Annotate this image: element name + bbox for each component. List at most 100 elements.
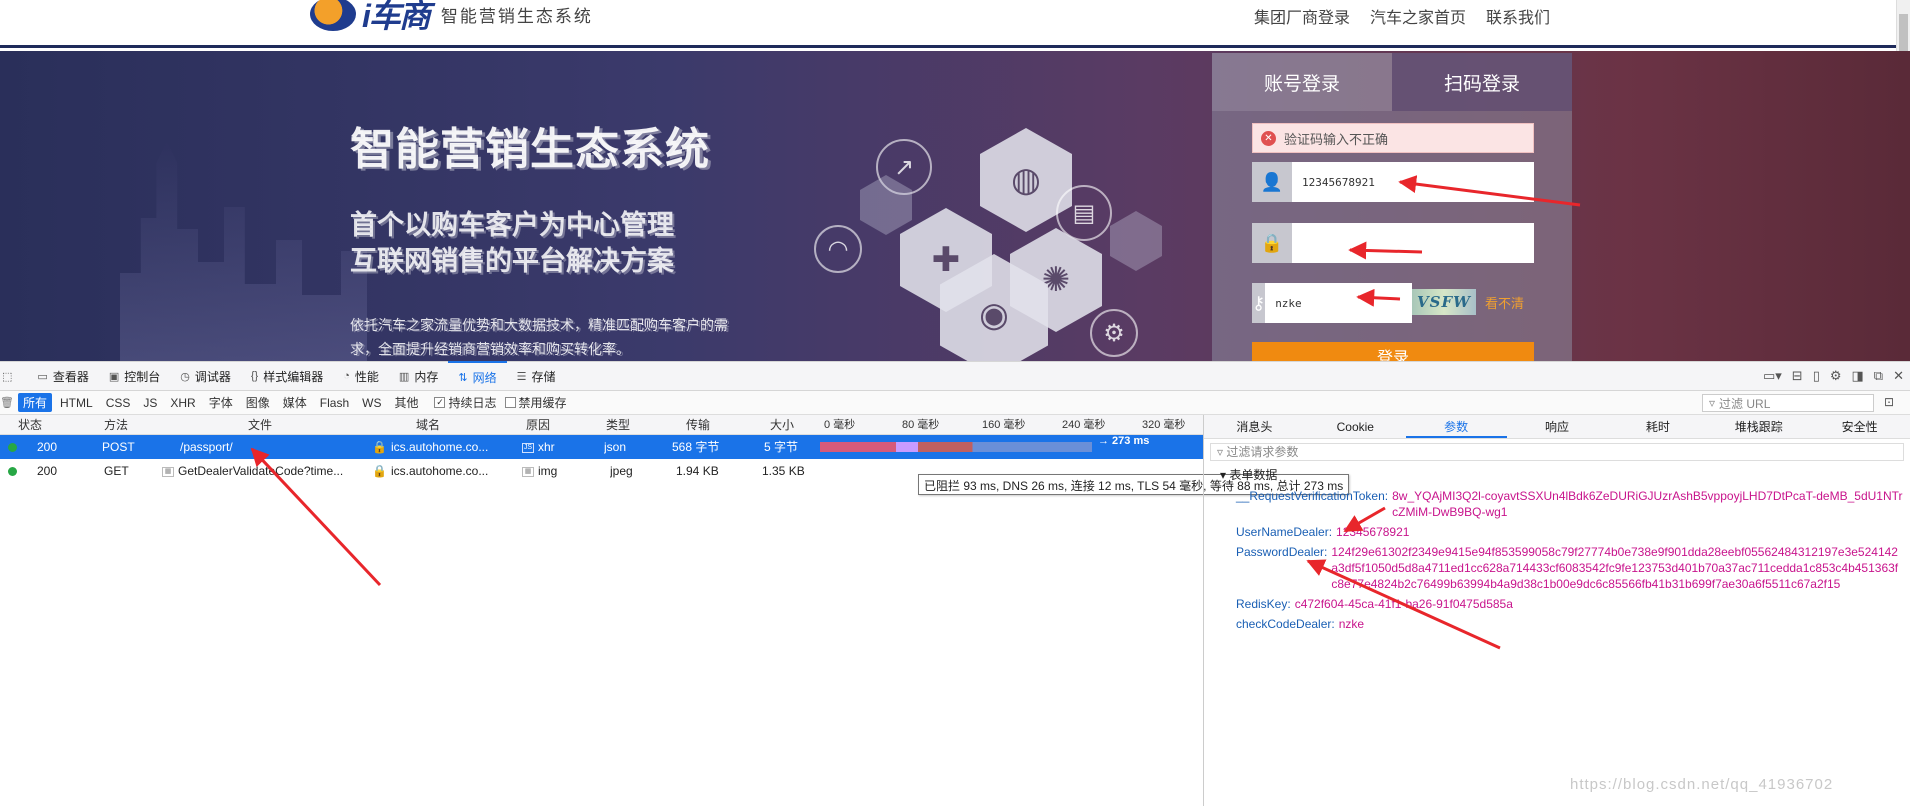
logo-text: i车商: [362, 0, 431, 34]
tab-cookies[interactable]: Cookie: [1305, 415, 1406, 438]
column-type[interactable]: 类型: [606, 415, 656, 435]
storage-icon: ☰: [516, 370, 527, 383]
param-key: __RequestVerificationToken:: [1236, 489, 1389, 503]
param-value[interactable]: 124f29e61302f2349e9415e94f853599058c79f2…: [1331, 544, 1904, 592]
filter-images[interactable]: 图像: [241, 393, 275, 412]
filter-fonts[interactable]: 字体: [204, 393, 238, 412]
filter-other[interactable]: 其他: [389, 393, 423, 412]
tab-debugger[interactable]: ◷ 调试器: [170, 361, 241, 391]
clear-log-icon[interactable]: 🗑: [0, 396, 14, 409]
param-row-username: UserNameDealer: 12345678921: [1236, 524, 1904, 540]
form-data-title[interactable]: ▾ 表单数据: [1220, 466, 1277, 483]
method-cell: POST: [102, 440, 135, 454]
url-filter-placeholder: 过滤 URL: [1719, 396, 1771, 411]
element-picker-icon[interactable]: ⬚: [0, 361, 27, 391]
param-value[interactable]: c472f604-45ca-41f1-ba26-91f0475d585a: [1295, 596, 1513, 612]
column-file[interactable]: 文件: [248, 415, 308, 435]
filter-js[interactable]: JS: [138, 395, 162, 411]
newspaper-icon: ▤: [1056, 185, 1112, 241]
tab-storage[interactable]: ☰ 存储: [507, 361, 566, 391]
filter-xhr[interactable]: XHR: [165, 395, 200, 411]
logo-slogan: 智能营销生态系统: [440, 6, 593, 27]
tab-label: 存储: [531, 369, 556, 384]
captcha-field: ⚷: [1252, 283, 1423, 323]
column-status[interactable]: 状态: [18, 415, 78, 435]
cause-text: img: [538, 464, 558, 478]
cause-cell: JS xhr: [522, 435, 555, 459]
param-value[interactable]: 12345678921: [1336, 524, 1409, 540]
toggle-split-icon[interactable]: ⊟: [1792, 368, 1803, 384]
column-domain[interactable]: 域名: [416, 415, 476, 435]
column-method[interactable]: 方法: [104, 415, 164, 435]
transferred-cell: 1.94 KB: [676, 464, 719, 478]
responsive-design-icon[interactable]: ▯: [1813, 368, 1820, 384]
size-cell: 1.35 KB: [762, 464, 805, 478]
tab-security[interactable]: 安全性: [1809, 415, 1910, 438]
tab-timings[interactable]: 耗时: [1607, 415, 1708, 438]
tab-memory[interactable]: ▥ 内存: [389, 361, 448, 391]
param-key: UserNameDealer:: [1236, 525, 1333, 539]
nav-link-autohome[interactable]: 汽车之家首页: [1370, 4, 1466, 28]
tab-network[interactable]: ⇅ 网络: [448, 361, 507, 391]
login-panel: 账号登录 扫码登录 ✕ 验证码输入不正确 👤 🔒 ⚷: [1212, 53, 1572, 361]
password-input[interactable]: [1292, 223, 1534, 263]
tab-console[interactable]: ▣ 控制台: [99, 361, 170, 391]
tab-response[interactable]: 响应: [1507, 415, 1608, 438]
tab-style-editor[interactable]: {} 样式编辑器: [241, 361, 333, 391]
tab-params[interactable]: 参数: [1405, 415, 1507, 438]
undock-icon[interactable]: ⧉: [1874, 368, 1883, 384]
dock-side-icon[interactable]: ◨: [1852, 368, 1864, 384]
filter-css[interactable]: CSS: [101, 395, 136, 411]
column-transferred[interactable]: 传输: [686, 415, 736, 435]
filter-flash[interactable]: Flash: [315, 395, 354, 411]
captcha-image[interactable]: VSFW: [1412, 289, 1476, 315]
url-filter-input[interactable]: ▿ 过滤 URL: [1702, 394, 1874, 412]
timeline-tick: 0 毫秒: [824, 419, 856, 431]
settings-gear-icon[interactable]: ⚙: [1830, 368, 1842, 384]
tab-inspector[interactable]: ▭ 查看器: [27, 361, 98, 391]
close-devtools-icon[interactable]: ✕: [1893, 368, 1904, 384]
filter-ws[interactable]: WS: [357, 395, 386, 411]
console-icon: ▣: [108, 370, 120, 383]
param-filter-input[interactable]: ▿ 过滤请求参数: [1210, 443, 1904, 461]
captcha-input[interactable]: [1265, 283, 1423, 323]
logo-mark-icon: [310, 0, 356, 31]
filter-all[interactable]: 所有: [18, 393, 53, 412]
lock-icon: 🔒: [1252, 223, 1292, 263]
tab-account-login[interactable]: 账号登录: [1212, 53, 1392, 111]
banner-description: 依托汽车之家流量优势和大数据技术，精准匹配购车客户的需求，全面提升经销商营销效率…: [350, 317, 728, 357]
param-value[interactable]: nzke: [1339, 616, 1364, 632]
captcha-refresh-link[interactable]: 看不清: [1485, 293, 1524, 312]
nav-link-group-login[interactable]: 集团厂商登录: [1254, 4, 1350, 28]
tab-headers[interactable]: 消息头: [1204, 415, 1305, 438]
site-logo[interactable]: i车商 智能营销生态系统: [310, 0, 593, 34]
login-tabs: 账号登录 扫码登录: [1212, 53, 1572, 111]
nav-link-contact[interactable]: 联系我们: [1486, 4, 1550, 28]
status-ok-dot-icon: [8, 443, 17, 453]
table-row[interactable]: 200 POST /passport/ 🔒 ics.autohome.co... …: [0, 435, 1203, 459]
persist-log-checkbox[interactable]: ✓ 持续日志: [434, 394, 497, 411]
tab-qr-login[interactable]: 扫码登录: [1392, 53, 1572, 111]
filter-media[interactable]: 媒体: [278, 393, 312, 412]
type-cell: jpeg: [610, 464, 633, 478]
tab-stack-trace[interactable]: 堆栈跟踪: [1708, 415, 1809, 438]
form-data-label: 表单数据: [1229, 468, 1278, 482]
tab-performance[interactable]: ◔ 性能: [333, 361, 389, 391]
timing-waterfall-bar[interactable]: [820, 442, 1092, 452]
debugger-icon: ◷: [180, 370, 190, 383]
toggle-details-icon[interactable]: ⊡: [1884, 395, 1894, 409]
city-skyline-graphic: [120, 141, 367, 361]
filter-html[interactable]: HTML: [55, 395, 98, 411]
param-value[interactable]: 8w_YQAjMI3Q2l-coyavtSSXUn4lBdk6ZeDURiGJU…: [1392, 488, 1904, 520]
username-input[interactable]: [1292, 162, 1534, 202]
devtools-window-controls: ▭▾ ⊟ ▯ ⚙ ◨ ⧉ ✕: [1763, 368, 1904, 384]
column-cause[interactable]: 原因: [526, 415, 576, 435]
gear-icon: ⚙: [1090, 309, 1138, 357]
column-size[interactable]: 大小: [770, 415, 820, 435]
disable-cache-checkbox[interactable]: 禁用缓存: [504, 394, 567, 411]
panel-splitter[interactable]: [1203, 415, 1204, 806]
disable-cache-label: 禁用缓存: [518, 396, 567, 410]
user-icon: 👤: [1252, 162, 1292, 202]
frame-select-icon[interactable]: ▭▾: [1763, 368, 1782, 384]
error-icon: ✕: [1261, 130, 1276, 146]
